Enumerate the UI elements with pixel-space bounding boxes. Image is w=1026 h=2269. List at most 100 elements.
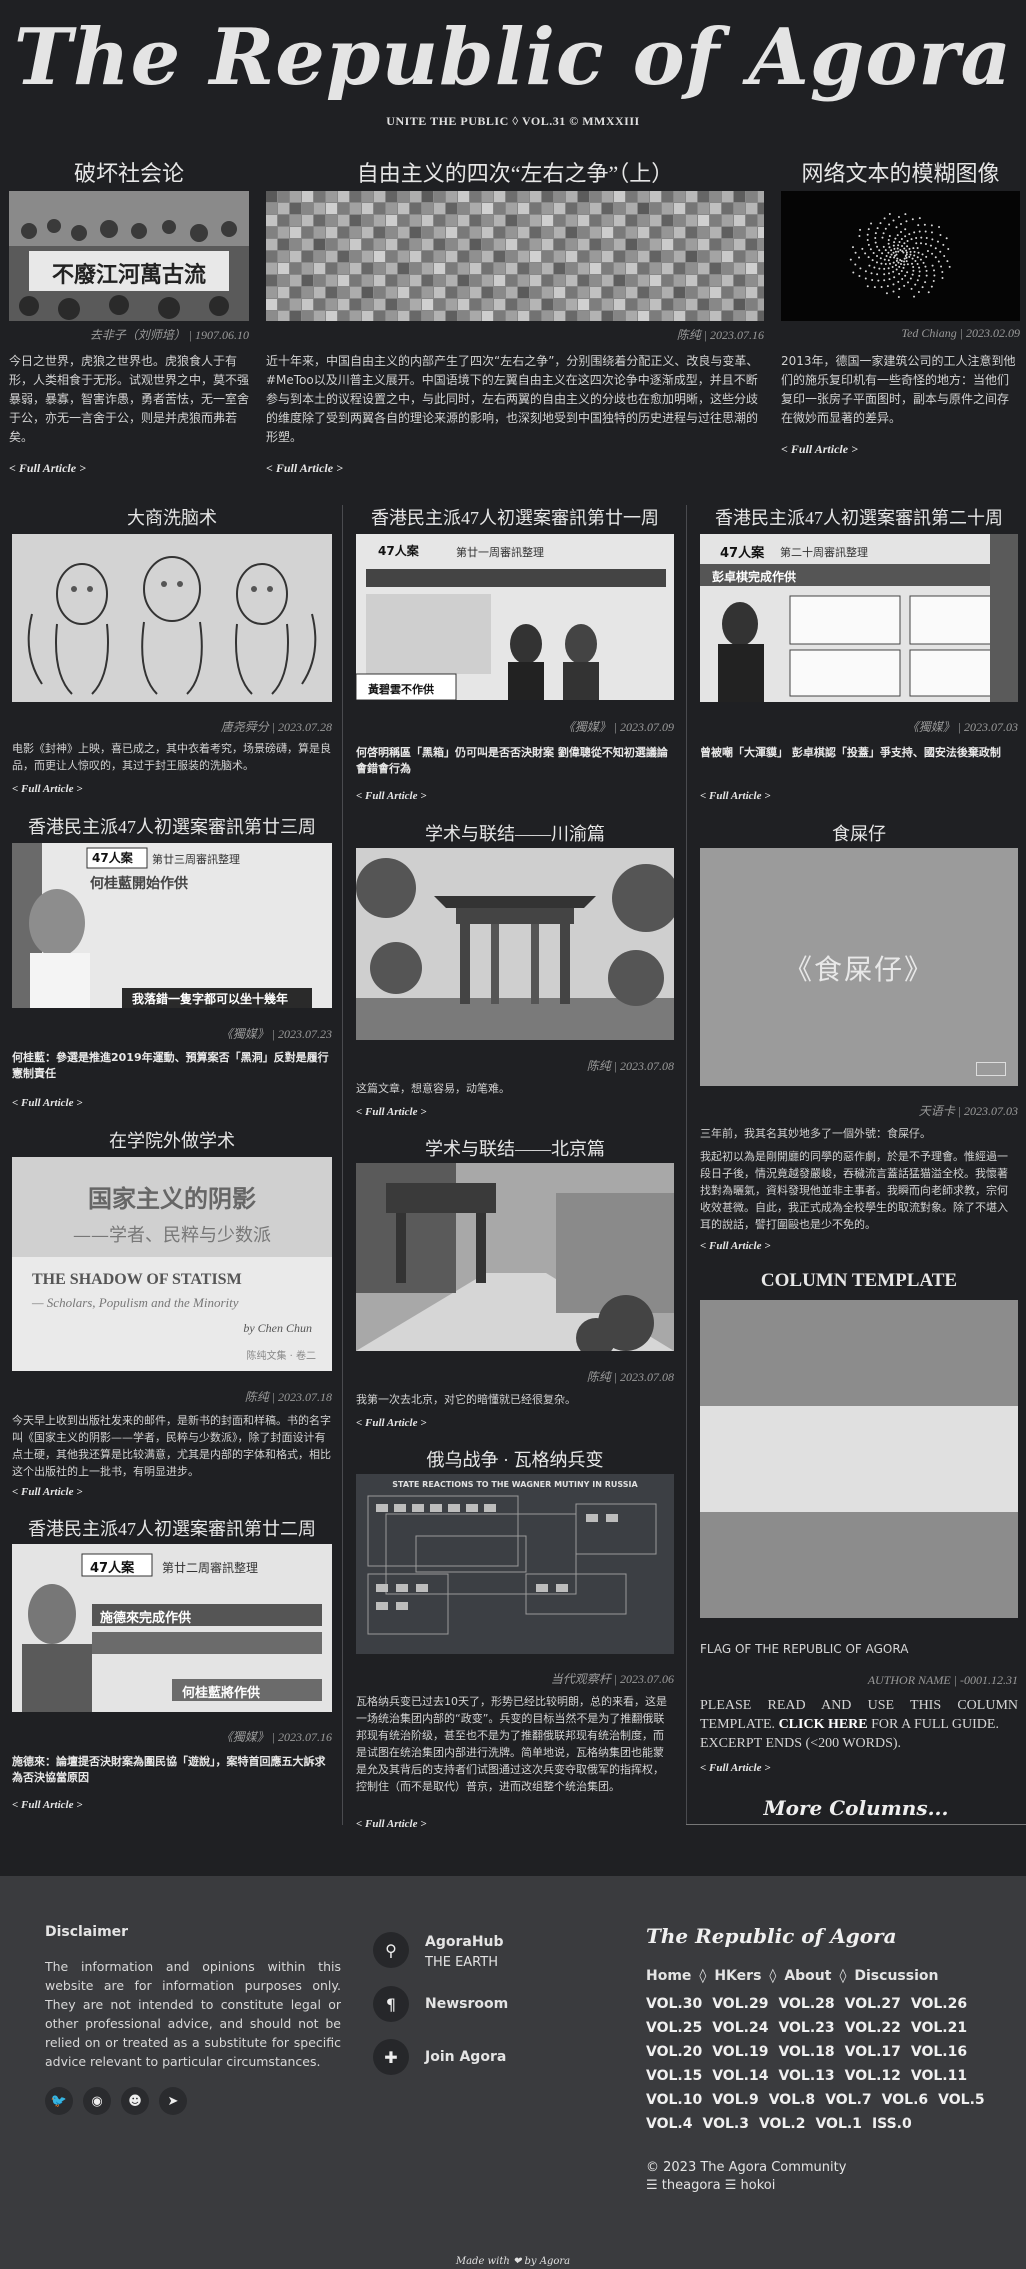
nav-hkers[interactable]: HKers xyxy=(714,1968,761,1984)
article-image-trial-card[interactable]: 47人案 第廿一周審訊整理 黃碧雲不作供 xyxy=(356,534,674,700)
article-image-protest[interactable]: 不廢江河萬古流 xyxy=(9,191,249,321)
article-image-campus-entrance[interactable] xyxy=(356,1163,674,1351)
volume-link[interactable]: VOL.16 xyxy=(911,2044,967,2060)
full-article-link[interactable]: < Full Article > xyxy=(700,1762,771,1774)
full-article-link[interactable]: < Full Article > xyxy=(700,1240,771,1252)
volume-link[interactable]: VOL.19 xyxy=(712,2044,768,2060)
article-title[interactable]: 俄乌战争 · 瓦格纳兵变 xyxy=(356,1446,674,1472)
volume-link[interactable]: VOL.30 xyxy=(646,1996,702,2012)
article-title[interactable]: 香港民主派47人初選案審訊第二十周 xyxy=(700,504,1018,530)
full-article-link[interactable]: < Full Article > xyxy=(12,783,83,795)
volume-link[interactable]: VOL.14 xyxy=(712,2068,768,2084)
full-article-link[interactable]: < Full Article > xyxy=(12,1097,83,1109)
article-title[interactable]: 大商洗脑术 xyxy=(12,504,332,530)
nav-home[interactable]: Home xyxy=(646,1968,691,1984)
full-article-link[interactable]: < Full Article > xyxy=(781,442,858,457)
volume-link[interactable]: VOL.17 xyxy=(845,2044,901,2060)
full-article-link[interactable]: < Full Article > xyxy=(356,1818,427,1830)
article-image-trial-card[interactable]: 47人案 第二十周審訊整理 彭卓棋完成作供 xyxy=(700,534,1018,702)
volume-link[interactable]: VOL.2 xyxy=(759,2116,805,2132)
nav-discussion[interactable]: Discussion xyxy=(854,1968,938,1984)
contact-title[interactable]: AgoraHub xyxy=(425,1934,504,1950)
site-logo[interactable]: The Republic of Agora xyxy=(0,12,1026,103)
article-title[interactable]: 在学院外做学术 xyxy=(12,1127,332,1153)
article-headline[interactable]: 何桂藍：參選是推進2019年運動、預算案否「黑洞」反對是履行憲制責任 xyxy=(12,1050,332,1082)
article-title[interactable]: 破坏社会论 xyxy=(9,156,249,188)
volume-link[interactable]: VOL.1 xyxy=(815,2116,861,2132)
twitter-icon[interactable]: 🐦 xyxy=(45,2087,73,2115)
book-series: 陈纯文集 · 卷二 xyxy=(246,1351,316,1362)
full-article-link[interactable]: < Full Article > xyxy=(700,790,771,802)
footer-brand[interactable]: The Republic of Agora xyxy=(646,1924,897,1948)
article-title[interactable]: 网络文本的模糊图像 xyxy=(781,156,1020,188)
volume-link[interactable]: VOL.15 xyxy=(646,2068,702,2084)
article-title[interactable]: 香港民主派47人初選案審訊第廿二周 xyxy=(12,1515,332,1541)
article-title[interactable]: 学术与联结——川渝篇 xyxy=(356,820,674,846)
full-article-link[interactable]: < Full Article > xyxy=(356,790,427,802)
volume-link[interactable]: VOL.13 xyxy=(778,2068,834,2084)
volume-link[interactable]: VOL.20 xyxy=(646,2044,702,2060)
article-image-trial-card[interactable]: 47人案 第廿二周審訊整理 施德來完成作供 何桂藍將作供 xyxy=(12,1544,332,1712)
article-title[interactable]: 食屎仔 xyxy=(700,820,1018,846)
volume-link[interactable]: VOL.3 xyxy=(702,2116,748,2132)
volume-link[interactable]: VOL.4 xyxy=(646,2116,692,2132)
article-image-book-cover[interactable]: 《食屎仔》 xyxy=(700,848,1018,1086)
article-image-book-cover[interactable]: 国家主义的阴影 ——学者、民粹与少数派 THE SHADOW OF STATIS… xyxy=(12,1157,332,1371)
full-article-link[interactable]: < Full Article > xyxy=(9,461,86,476)
next-witness-label: 何桂藍將作供 xyxy=(182,1686,261,1701)
article-title[interactable]: 自由主义的四次“左右之争”（上） xyxy=(266,156,764,188)
article-headline[interactable]: 曾被嘲「大渾貘」 彭卓棋認「投蓋」爭支持、國安法後棄政制 xyxy=(700,745,1018,761)
article-image-wagner-chart[interactable]: STATE REACTIONS TO THE WAGNER MUTINY IN … xyxy=(356,1474,674,1654)
volume-link[interactable]: VOL.11 xyxy=(911,2068,967,2084)
contact-title[interactable]: Join Agora xyxy=(425,2049,506,2065)
volume-link[interactable]: VOL.26 xyxy=(911,1996,967,2012)
full-article-link[interactable]: < Full Article > xyxy=(12,1486,83,1498)
volume-link[interactable]: VOL.5 xyxy=(938,2092,984,2108)
article-headline[interactable]: 施德來：論壇提否決財案為圍民協「遊說」，案特首回應五大訴求為否決協當原因 xyxy=(12,1754,332,1786)
volume-link[interactable]: VOL.6 xyxy=(882,2092,928,2108)
telegram-icon[interactable]: ➤ xyxy=(159,2087,187,2115)
volume-link[interactable]: VOL.8 xyxy=(769,2092,815,2108)
credits[interactable]: ☰ theagora ☰ hokoi xyxy=(646,2178,775,2193)
banner-text: 不廢江河萬古流 xyxy=(51,263,206,288)
article-image-trial-card[interactable]: 47人案 第廿三周審訊整理 何桂藍開始作供 我落錯一隻字都可以坐十幾年 xyxy=(12,843,332,1008)
volume-link[interactable]: VOL.22 xyxy=(845,2020,901,2036)
nav-about[interactable]: About xyxy=(784,1968,831,1984)
volume-link[interactable]: VOL.7 xyxy=(825,2092,871,2108)
volume-link[interactable]: VOL.21 xyxy=(911,2020,967,2036)
article-excerpt: 2013年，德国一家建筑公司的工人注意到他们的施乐复印机有一些奇怪的地方：当他们… xyxy=(781,354,1016,425)
volume-link[interactable]: VOL.25 xyxy=(646,2020,702,2036)
volume-link[interactable]: VOL.24 xyxy=(712,2020,768,2036)
full-article-link[interactable]: < Full Article > xyxy=(356,1417,427,1429)
article-meta: 唐尧舜分 | 2023.07.28 xyxy=(220,720,332,734)
article-title[interactable]: COLUMN TEMPLATE xyxy=(700,1270,1018,1292)
volume-link[interactable]: VOL.9 xyxy=(712,2092,758,2108)
article-headline[interactable]: 何啓明稱區「黑箱」仍可叫是否否決財案 劉偉聰從不知初選議論會錯會行為 xyxy=(356,745,674,777)
github-icon[interactable]: ◉ xyxy=(83,2087,111,2115)
article-image-blur-dots[interactable] xyxy=(781,191,1020,321)
disclaimer-text: The information and opinions within this… xyxy=(45,1959,341,2069)
volume-link[interactable]: VOL.27 xyxy=(845,1996,901,2012)
volume-link[interactable]: ISS.0 xyxy=(872,2116,912,2132)
article-excerpt: 近十年来，中国自由主义的内部产生了四次“左右之争”，分别围绕着分配正义、改良与变… xyxy=(266,354,759,444)
volume-link[interactable]: VOL.10 xyxy=(646,2092,702,2108)
article-title[interactable]: 香港民主派47人初選案審訊第廿三周 xyxy=(12,813,332,839)
more-columns-link[interactable]: More Columns... xyxy=(686,1796,1026,1825)
full-article-link[interactable]: < Full Article > xyxy=(12,1799,83,1811)
contact-title[interactable]: Newsroom xyxy=(425,1996,508,2012)
flag-image[interactable] xyxy=(700,1300,1018,1618)
article-image-bronze-figures[interactable] xyxy=(12,534,332,702)
guide-link[interactable]: CLICK HERE xyxy=(779,1717,868,1732)
volume-link[interactable]: VOL.18 xyxy=(778,2044,834,2060)
volume-link[interactable]: VOL.23 xyxy=(778,2020,834,2036)
article-image-pixel-grid[interactable] xyxy=(266,191,764,321)
full-article-link[interactable]: < Full Article > xyxy=(266,461,343,476)
article-title[interactable]: 学术与联结——北京篇 xyxy=(356,1135,674,1161)
article-title[interactable]: 香港民主派47人初選案審訊第廿一周 xyxy=(356,504,674,530)
article-image-gate[interactable] xyxy=(356,848,674,1040)
volume-link[interactable]: VOL.29 xyxy=(712,1996,768,2012)
volume-link[interactable]: VOL.28 xyxy=(778,1996,834,2012)
reddit-icon[interactable]: ☻ xyxy=(121,2087,149,2115)
full-article-link[interactable]: < Full Article > xyxy=(356,1106,427,1118)
volume-link[interactable]: VOL.12 xyxy=(845,2068,901,2084)
